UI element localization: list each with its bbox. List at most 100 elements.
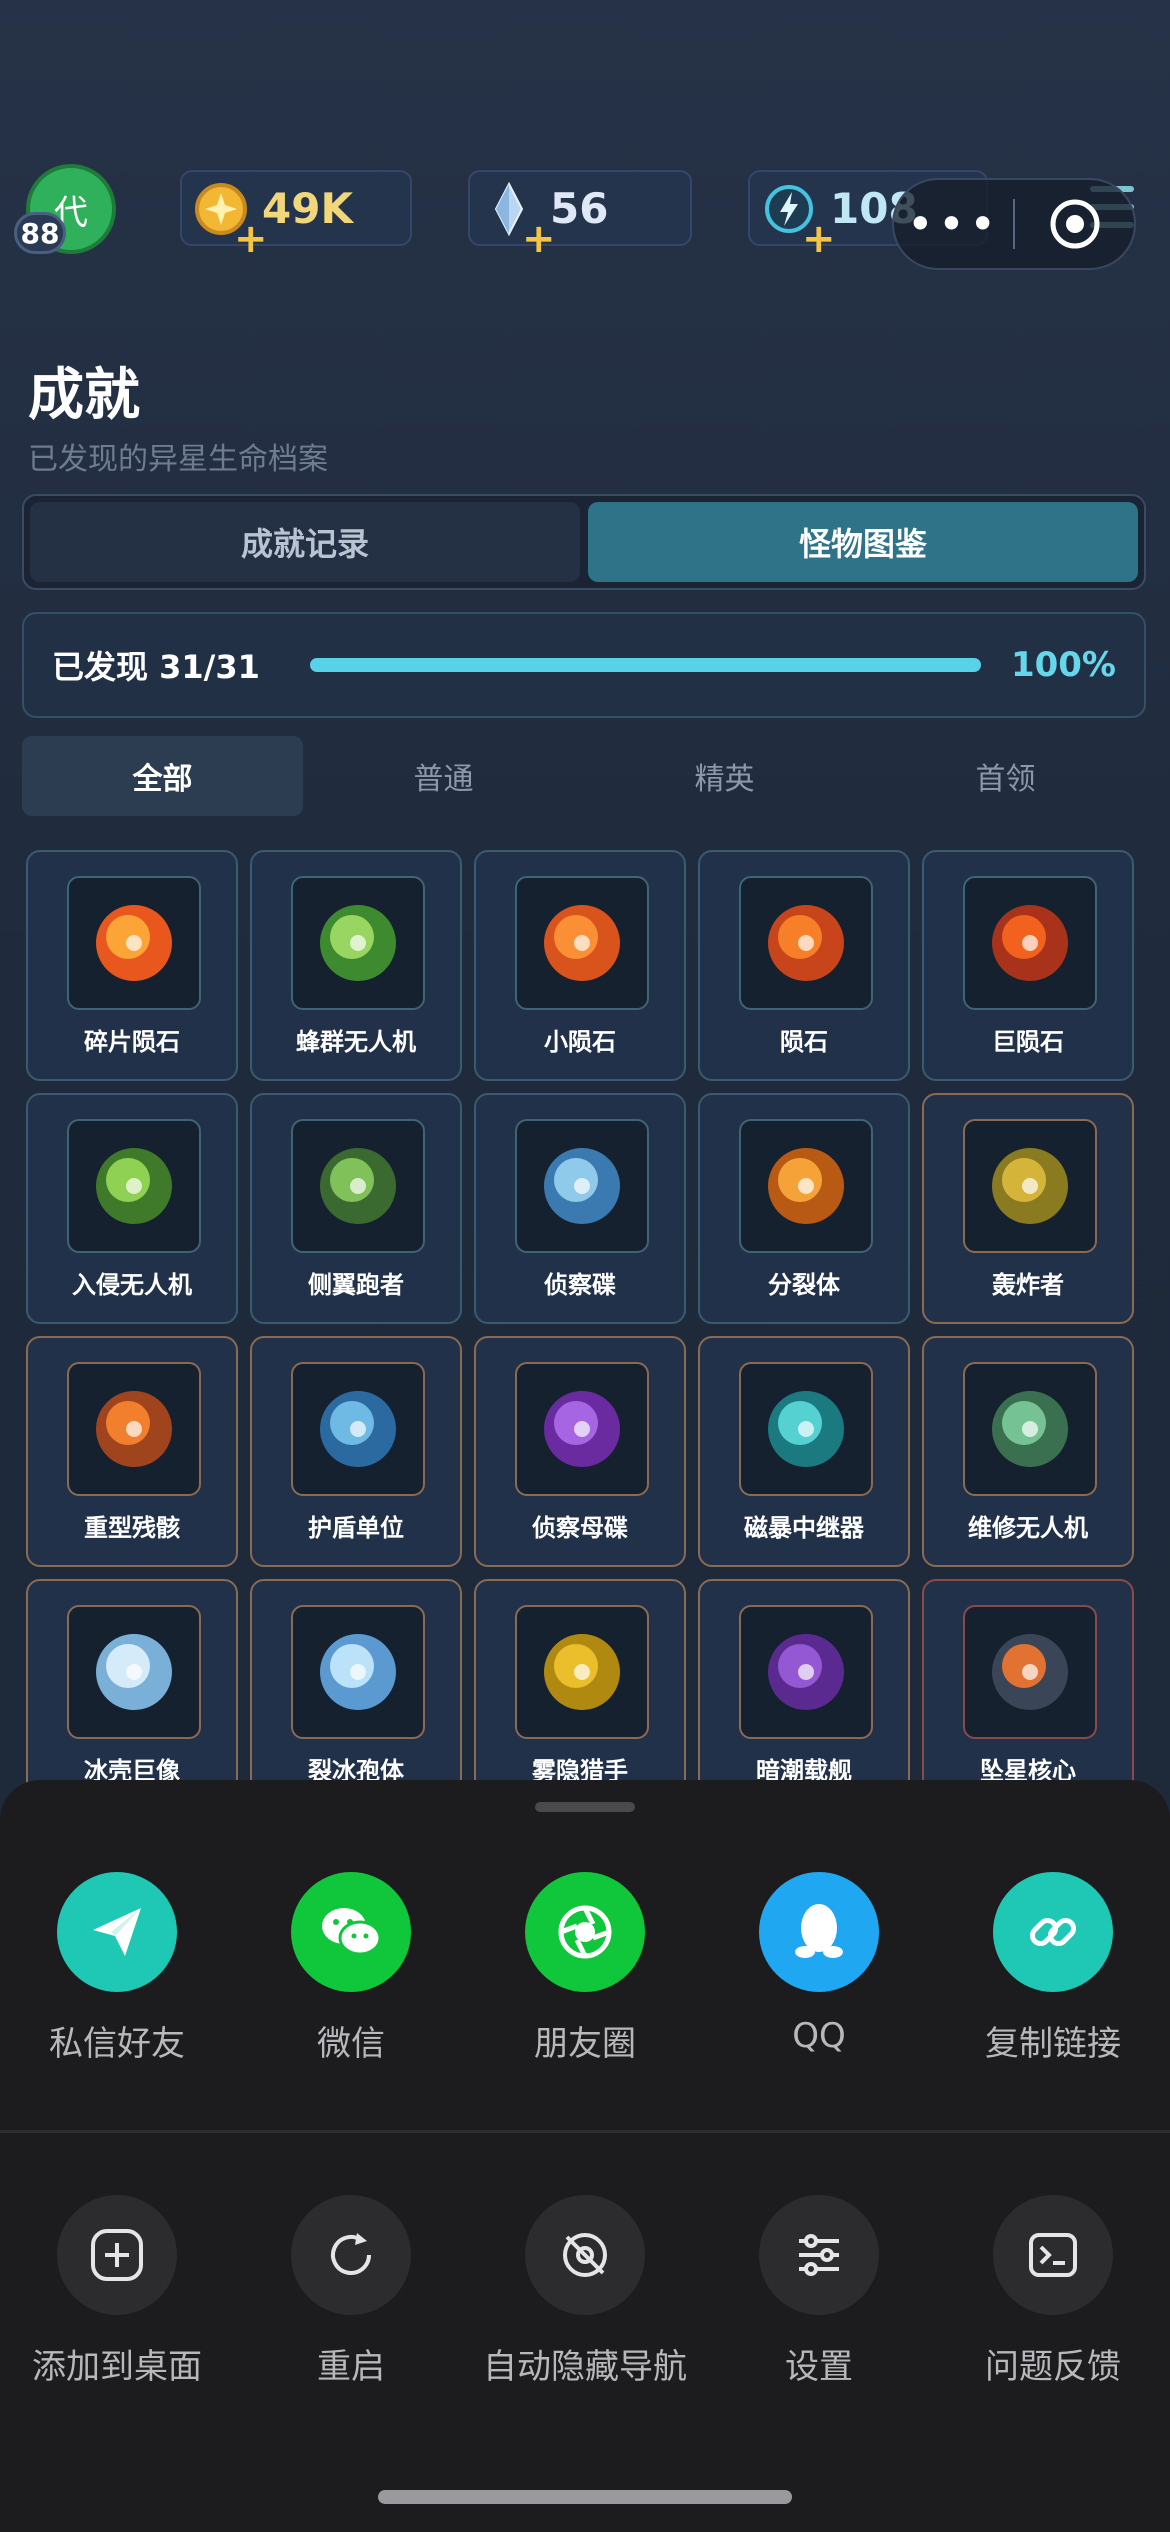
home-indicator[interactable] [378, 2490, 792, 2504]
monster-card[interactable]: 蜂群无人机 [250, 850, 462, 1081]
restart-icon [291, 2195, 411, 2315]
bomber-icon [992, 1148, 1068, 1224]
invader-drone-icon [96, 1148, 172, 1224]
monster-card[interactable]: 暗潮载舰 [698, 1579, 910, 1810]
settings-label: 设置 [785, 2347, 853, 2387]
monster-portrait [963, 876, 1097, 1010]
monster-name: 巨陨石 [992, 1028, 1064, 1056]
page-subtitle: 已发现的异星生命档案 [28, 442, 328, 477]
meteor-fragment-icon [96, 905, 172, 981]
sheet-handle[interactable] [535, 1802, 635, 1812]
monster-name: 磁暴中继器 [744, 1514, 864, 1542]
terminal-icon [993, 2195, 1113, 2315]
filter-boss[interactable]: 首领 [865, 736, 1146, 816]
share-qq[interactable]: QQ [702, 1872, 936, 2065]
filter-all[interactable]: 全部 [22, 736, 303, 816]
discovery-progress: 已发现 31/31 100% [22, 612, 1146, 718]
monster-portrait [515, 876, 649, 1010]
more-button[interactable]: ••• [894, 201, 1013, 247]
share-direct-message[interactable]: 私信好友 [0, 1872, 234, 2065]
monster-portrait [963, 1119, 1097, 1253]
share-wechat[interactable]: 微信 [234, 1872, 468, 2065]
share-moments-label: 朋友圈 [534, 2024, 636, 2064]
add-to-desktop[interactable]: 添加到桌面 [0, 2195, 234, 2388]
monster-card[interactable]: 重型残骸 [26, 1336, 238, 1567]
monster-portrait [739, 876, 873, 1010]
settings[interactable]: 设置 [702, 2195, 936, 2388]
monster-portrait [739, 1605, 873, 1739]
monster-portrait [739, 1119, 873, 1253]
monster-card[interactable]: 巨陨石 [922, 850, 1134, 1081]
monster-name: 小陨石 [544, 1028, 616, 1056]
swarm-drone-icon [320, 905, 396, 981]
wechat-icon [291, 1872, 411, 1992]
mist-hunter-icon [544, 1634, 620, 1710]
monster-card[interactable]: 入侵无人机 [26, 1093, 238, 1324]
monster-name: 轰炸者 [992, 1271, 1064, 1299]
gem-value: 56 [550, 183, 609, 233]
monster-portrait [963, 1605, 1097, 1739]
monster-card[interactable]: 坠星核心 [922, 1579, 1134, 1810]
add-energy-icon[interactable]: + [802, 216, 836, 262]
monster-card[interactable]: 轰炸者 [922, 1093, 1134, 1324]
share-moments[interactable]: 朋友圈 [468, 1872, 702, 2065]
monster-name: 陨石 [780, 1028, 828, 1056]
link-icon [993, 1872, 1113, 1992]
monster-card[interactable]: 陨石 [698, 850, 910, 1081]
monster-name: 侧翼跑者 [308, 1271, 404, 1299]
monster-portrait [963, 1362, 1097, 1496]
monster-card[interactable]: 冰壳巨像 [26, 1579, 238, 1810]
monster-portrait [291, 876, 425, 1010]
monster-card[interactable]: 侧翼跑者 [250, 1093, 462, 1324]
monster-card[interactable]: 小陨石 [474, 850, 686, 1081]
add-gem-icon[interactable]: + [522, 216, 556, 262]
heavy-wreck-icon [96, 1391, 172, 1467]
copy-link-label: 复制链接 [985, 2024, 1121, 2064]
restart[interactable]: 重启 [234, 2195, 468, 2388]
shield-unit-icon [320, 1391, 396, 1467]
monster-portrait [515, 1605, 649, 1739]
monster-name: 蜂群无人机 [296, 1028, 416, 1056]
splitter-icon [768, 1148, 844, 1224]
monster-name: 侦察母碟 [532, 1514, 628, 1542]
auto-hide-nav[interactable]: 自动隐藏导航 [468, 2195, 702, 2388]
add-square-icon [57, 2195, 177, 2315]
filter-normal[interactable]: 普通 [303, 736, 584, 816]
paper-plane-icon [57, 1872, 177, 1992]
auto-hide-nav-label: 自动隐藏导航 [483, 2347, 687, 2387]
tier-filters: 全部 普通 精英 首领 [22, 736, 1146, 816]
gem-counter[interactable]: + 56 [468, 170, 692, 262]
monster-card[interactable]: 分裂体 [698, 1093, 910, 1324]
monster-portrait [291, 1605, 425, 1739]
ice-spore-icon [320, 1634, 396, 1710]
repair-drone-icon [992, 1391, 1068, 1467]
gold-counter[interactable]: + 49K [180, 170, 412, 262]
feedback[interactable]: 问题反馈 [936, 2195, 1170, 2388]
monster-name: 侦察碟 [544, 1271, 616, 1299]
monster-card[interactable]: 侦察碟 [474, 1093, 686, 1324]
filter-elite[interactable]: 精英 [584, 736, 865, 816]
monster-card[interactable]: 磁暴中继器 [698, 1336, 910, 1567]
tab-achievements[interactable]: 成就记录 [30, 502, 580, 582]
feedback-label: 问题反馈 [985, 2347, 1121, 2387]
meteor-icon [768, 905, 844, 981]
monster-card[interactable]: 雾隐猎手 [474, 1579, 686, 1810]
monster-card[interactable]: 碎片陨石 [26, 850, 238, 1081]
monster-portrait [291, 1362, 425, 1496]
add-gold-icon[interactable]: + [234, 216, 268, 262]
copy-link[interactable]: 复制链接 [936, 1872, 1170, 2065]
monster-card[interactable]: 护盾单位 [250, 1336, 462, 1567]
monster-card[interactable]: 侦察母碟 [474, 1336, 686, 1567]
progress-percent: 100% [1010, 645, 1116, 685]
share-qq-label: QQ [792, 2016, 846, 2056]
close-miniprogram-button[interactable] [1015, 198, 1134, 250]
tab-monster-codex[interactable]: 怪物图鉴 [588, 502, 1138, 582]
hide-nav-icon [525, 2195, 645, 2315]
monster-card[interactable]: 裂冰孢体 [250, 1579, 462, 1810]
dark-carrier-icon [768, 1634, 844, 1710]
sheet-divider [0, 2130, 1170, 2133]
monster-card[interactable]: 维修无人机 [922, 1336, 1134, 1567]
flank-runner-icon [320, 1148, 396, 1224]
monster-name: 重型残骸 [84, 1514, 180, 1542]
monster-portrait [67, 1605, 201, 1739]
